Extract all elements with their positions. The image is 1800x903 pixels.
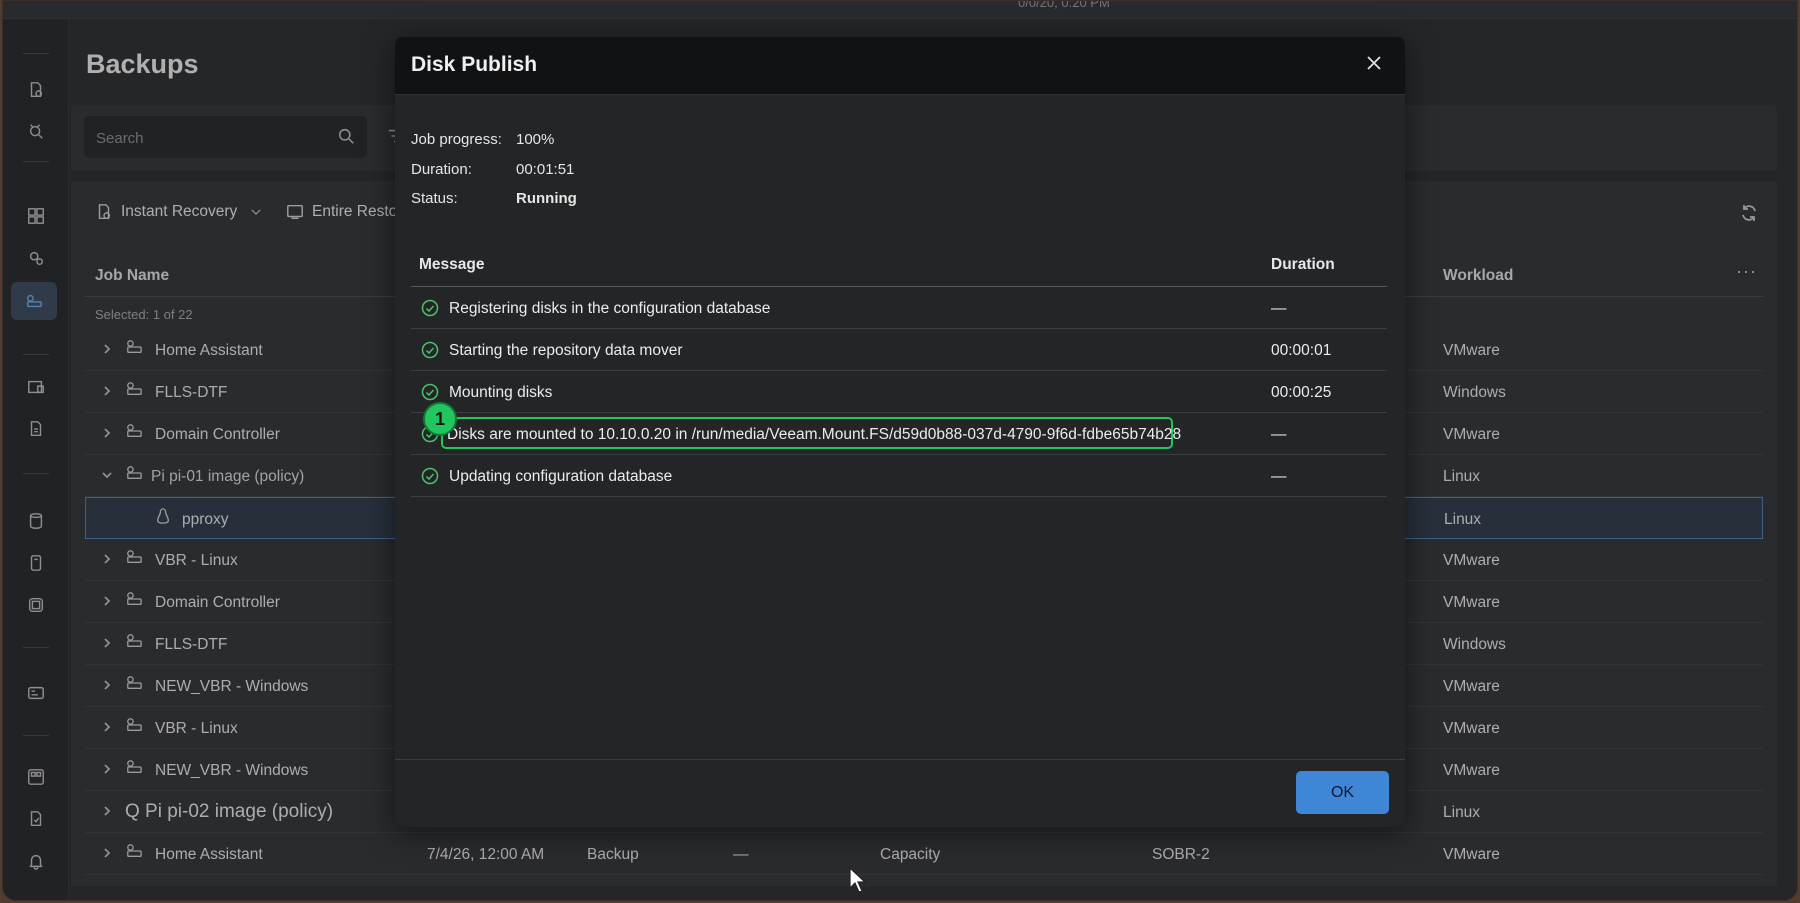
close-icon[interactable] (1365, 54, 1389, 78)
job-progress-row: Job progress: 100% (411, 131, 555, 148)
check-circle-icon (421, 341, 439, 359)
dialog-footer-divider (395, 759, 1405, 760)
column-header-message: Message (419, 256, 485, 273)
duration-value: 00:01:51 (516, 161, 575, 178)
check-circle-icon (421, 299, 439, 317)
column-header-duration: Duration (1271, 256, 1335, 273)
disk-publish-dialog: Disk Publish Job progress: 100% Duration:… (395, 37, 1405, 827)
message-row: Registering disks in the configuration d… (411, 287, 1387, 329)
mouse-cursor-icon (849, 866, 867, 893)
message-row-highlighted: Disks are mounted to 10.10.0.20 in /run/… (411, 402, 1387, 455)
ok-button[interactable]: OK (1296, 771, 1389, 814)
status-row: Status: Running (411, 190, 577, 207)
dialog-title: Disk Publish (411, 53, 538, 76)
job-progress-value: 100% (516, 131, 555, 148)
check-circle-icon (421, 383, 439, 401)
status-value: Running (516, 190, 577, 207)
message-row: Mounting disks 00:00:25 (411, 371, 1387, 413)
step-badge: 1 (423, 402, 457, 436)
duration-row: Duration: 00:01:51 (411, 161, 575, 178)
check-circle-icon (421, 467, 439, 485)
message-row: Starting the repository data mover 00:00… (411, 329, 1387, 371)
messages-table-header: Message Duration (411, 247, 1387, 287)
messages-table: Message Duration Registering disks in th… (411, 247, 1387, 497)
dialog-header: Disk Publish (395, 37, 1405, 95)
message-row: Updating configuration database — (411, 455, 1387, 497)
